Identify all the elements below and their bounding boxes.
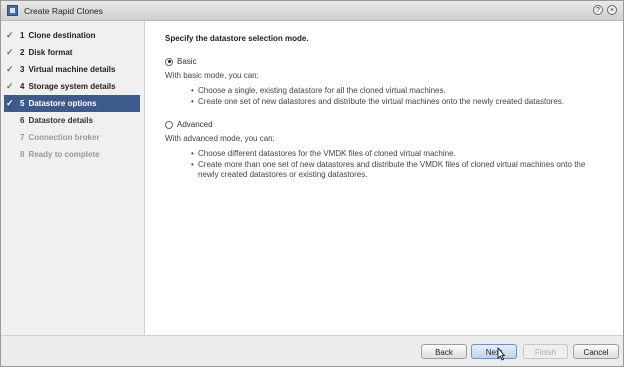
title-bar: Create Rapid Clones ? × (1, 1, 623, 21)
step-number: 5 (20, 99, 25, 108)
step-ready-to-complete: 8 Ready to complete (4, 146, 140, 163)
wizard-steps: ✓ 1 Clone destination ✓ 2 Disk format ✓ 3V… (1, 21, 145, 335)
basic-radio-label[interactable]: Basic (177, 57, 197, 66)
step-label: Virtual machine details (28, 65, 116, 74)
step-number: 8 (20, 150, 25, 159)
step-label: Disk format (28, 48, 73, 57)
advanced-radio-label[interactable]: Advanced (177, 120, 213, 129)
finish-button: Finish (523, 344, 568, 359)
step-number: 4 (20, 82, 25, 91)
app-icon (7, 5, 18, 16)
page-heading: Specify the datastore selection mode. (165, 34, 309, 43)
step-number: 3 (20, 65, 25, 74)
step-storage-system-details[interactable]: ✓ 4 Storage system details (4, 78, 140, 95)
next-button[interactable]: Next (471, 344, 517, 359)
window-title: Create Rapid Clones (24, 5, 103, 16)
step-virtual-machine-details[interactable]: ✓ 3 Virtual machine details (4, 61, 140, 78)
basic-radio-button[interactable] (165, 57, 173, 66)
checkmark-icon: ✓ (6, 30, 14, 40)
dialog-window: Create Rapid Clones ? × ✓ 1 Clone destina… (0, 0, 624, 367)
advanced-radio-button[interactable] (165, 120, 173, 129)
list-item: Create one set of new datastores and dis… (191, 97, 605, 107)
step-number: 2 (20, 48, 25, 57)
step-datastore-options[interactable]: ✓ 5 Datastore options (4, 95, 140, 112)
step-number: 1 (20, 31, 25, 40)
step-label: Datastore details (28, 116, 93, 125)
mouse-cursor-icon (497, 347, 505, 361)
list-item: Create more than one set of new datastor… (191, 160, 605, 180)
step-label: Storage system details (28, 82, 116, 91)
step-clone-destination[interactable]: ✓ 1 Clone destination (4, 27, 140, 44)
advanced-bullets: Choose different datastores for the VMDK… (191, 149, 605, 180)
cancel-button[interactable]: Cancel (573, 344, 619, 359)
checkmark-icon: ✓ (6, 64, 14, 74)
basic-bullets: Choose a single, existing datastore for … (191, 86, 605, 107)
step-number: 7 (20, 133, 25, 142)
checkmark-icon: ✓ (6, 98, 14, 108)
basic-description: With basic mode, you can: (165, 71, 259, 80)
list-item: Choose a single, existing datastore for … (191, 86, 605, 96)
step-label: Ready to complete (28, 150, 100, 159)
checkmark-icon: ✓ (6, 47, 14, 57)
help-icon[interactable]: ? (593, 5, 603, 15)
step-number: 6 (20, 116, 25, 125)
close-icon[interactable]: × (607, 5, 617, 15)
step-connection-broker: 7 Connection broker (4, 129, 140, 146)
step-label: Connection broker (28, 133, 100, 142)
step-disk-format[interactable]: ✓ 2 Disk format (4, 44, 140, 61)
title-bar-buttons: ? × (593, 5, 617, 15)
back-button[interactable]: Back (421, 344, 467, 359)
advanced-mode-option[interactable]: Advanced (165, 120, 605, 129)
advanced-description: With advanced mode, you can: (165, 134, 275, 143)
basic-mode-option[interactable]: Basic (165, 57, 605, 66)
step-label: Clone destination (28, 31, 96, 40)
main-panel: Specify the datastore selection mode. Ba… (145, 21, 623, 335)
step-datastore-details[interactable]: 6 Datastore details (4, 112, 140, 129)
list-item: Choose different datastores for the VMDK… (191, 149, 605, 159)
checkmark-icon: ✓ (6, 81, 14, 91)
step-label: Datastore options (28, 99, 97, 108)
footer-button-bar: Back Next Finish Cancel (1, 335, 623, 366)
